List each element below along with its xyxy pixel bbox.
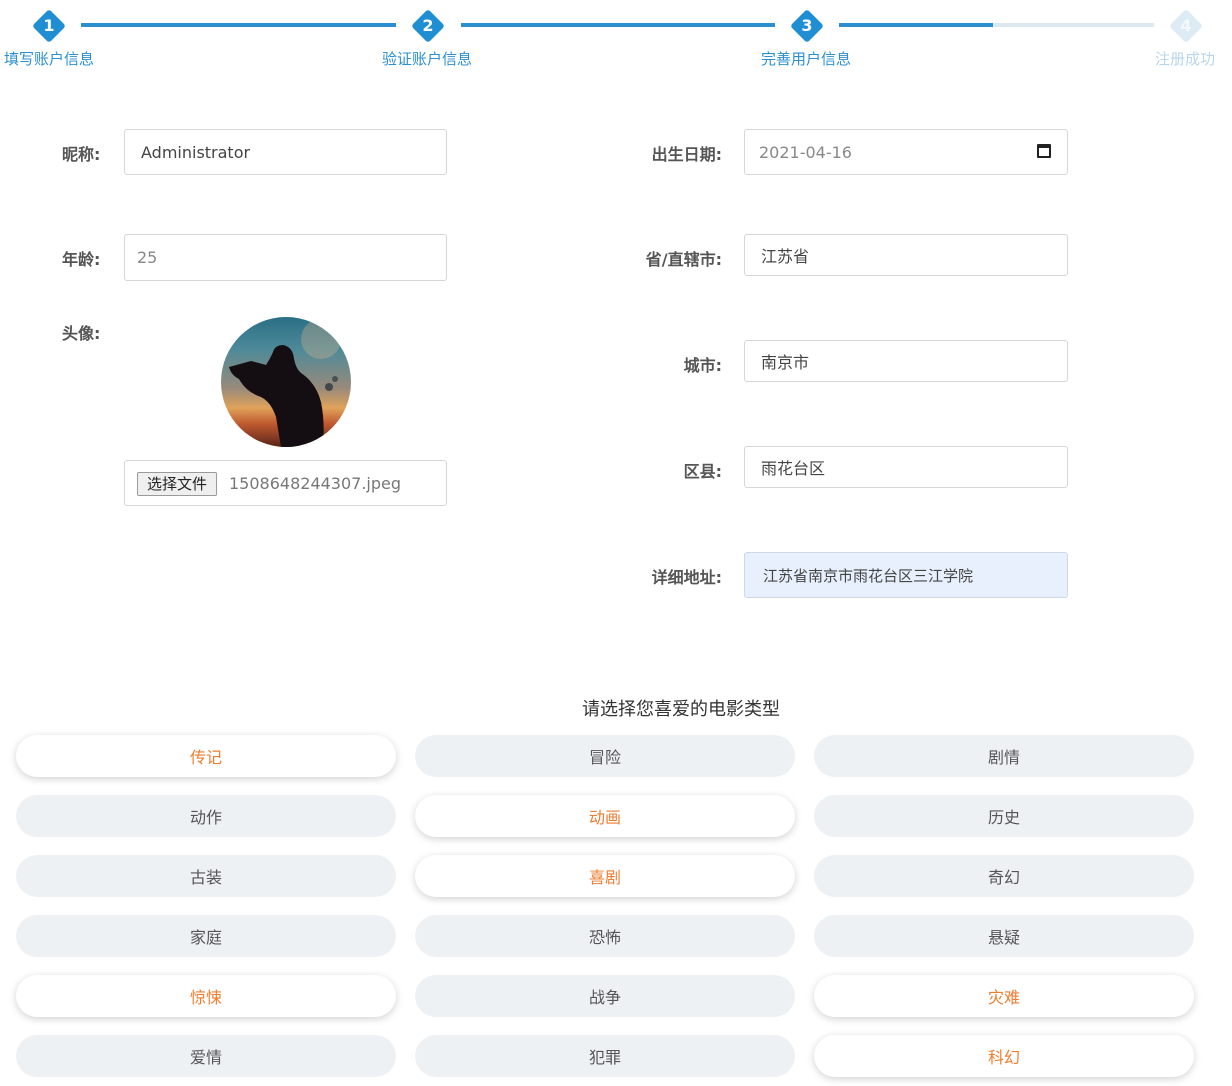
district-value: 雨花台区 xyxy=(761,459,826,478)
genre-chip-label: 冒险 xyxy=(588,748,621,767)
genre-chip-label: 动画 xyxy=(588,808,621,827)
genre-chip[interactable]: 古装 xyxy=(16,855,396,897)
genre-chip[interactable]: 犯罪 xyxy=(415,1035,795,1077)
genre-chip-label: 动作 xyxy=(189,808,222,827)
address-value: 江苏省南京市雨花台区三江学院 xyxy=(763,566,974,585)
step-connector-3-progress xyxy=(839,23,993,27)
step-connector-3-remaining xyxy=(993,23,1154,27)
city-value: 南京市 xyxy=(761,353,810,372)
genre-chip[interactable]: 家庭 xyxy=(16,915,396,957)
nickname-value: Administrator xyxy=(141,142,251,162)
genre-chip-label: 历史 xyxy=(987,808,1020,827)
step-4-marker: 4 xyxy=(1169,9,1203,43)
genre-chip-label: 奇幻 xyxy=(987,868,1020,887)
genre-heading: 请选择您喜爱的电影类型 xyxy=(582,699,780,720)
genre-chip-label: 悬疑 xyxy=(987,928,1020,947)
choose-file-button[interactable]: 选择文件 xyxy=(137,472,218,496)
age-label: 年龄: xyxy=(62,250,101,269)
genre-chip-label: 灾难 xyxy=(987,988,1020,1007)
avatar-label: 头像: xyxy=(62,324,101,343)
genre-chip[interactable]: 历史 xyxy=(814,795,1194,837)
genre-chip[interactable]: 喜剧 xyxy=(415,855,795,897)
genre-chip[interactable]: 惊悚 xyxy=(16,975,396,1017)
silhouette-photo-icon xyxy=(229,319,341,447)
genre-chip-label: 爱情 xyxy=(189,1048,222,1067)
genre-chip[interactable]: 剧情 xyxy=(814,735,1194,777)
province-value: 江苏省 xyxy=(761,247,810,266)
city-input[interactable]: 南京市 xyxy=(744,340,1068,382)
step-1-marker: 1 xyxy=(32,9,66,43)
genre-chip[interactable]: 奇幻 xyxy=(814,855,1194,897)
genre-chip[interactable]: 动画 xyxy=(415,795,795,837)
step-4-number: 4 xyxy=(1180,16,1192,35)
genre-chip[interactable]: 恐怖 xyxy=(415,915,795,957)
genre-chip-label: 古装 xyxy=(189,868,222,887)
step-3-number: 3 xyxy=(801,16,813,35)
step-1-label: 填写账户信息 xyxy=(4,50,95,68)
city-label: 城市: xyxy=(683,356,722,375)
district-label: 区县: xyxy=(683,462,722,481)
birthdate-label: 出生日期: xyxy=(651,145,722,164)
genre-chip[interactable]: 战争 xyxy=(415,975,795,1017)
genre-chip[interactable]: 传记 xyxy=(16,735,396,777)
genre-grid: 传记 冒险 剧情 动作 动画 历史 古装 喜剧 奇幻 家庭 恐怖 悬疑 惊悚 战… xyxy=(16,735,1196,1080)
avatar-file-field: 选择文件 1508648244307.jpeg xyxy=(124,460,447,506)
step-3-marker: 3 xyxy=(790,9,824,43)
nickname-label: 昵称: xyxy=(62,145,101,164)
province-label: 省/直辖市: xyxy=(645,250,722,269)
selected-file-name: 1508648244307.jpeg xyxy=(229,474,402,493)
genre-chip-label: 战争 xyxy=(588,988,621,1007)
step-1-number: 1 xyxy=(43,16,55,35)
step-2-number: 2 xyxy=(422,16,434,35)
genre-chip-label: 家庭 xyxy=(189,928,222,947)
step-3-label: 完善用户信息 xyxy=(761,50,852,68)
nickname-input[interactable]: Administrator xyxy=(124,129,447,175)
calendar-icon[interactable] xyxy=(1037,144,1051,158)
address-label: 详细地址: xyxy=(651,568,722,587)
genre-chip-label: 犯罪 xyxy=(588,1048,621,1067)
genre-chip-label: 恐怖 xyxy=(588,928,621,947)
genre-chip[interactable]: 爱情 xyxy=(16,1035,396,1077)
province-input[interactable]: 江苏省 xyxy=(744,234,1068,276)
registration-stepper: 1 填写账户信息 2 验证账户信息 3 完善用户信息 4 注册成功 xyxy=(0,0,1232,80)
genre-chip[interactable]: 悬疑 xyxy=(814,915,1194,957)
address-input[interactable]: 江苏省南京市雨花台区三江学院 xyxy=(744,552,1068,598)
genre-chip[interactable]: 冒险 xyxy=(415,735,795,777)
avatar-preview xyxy=(221,317,351,447)
step-connector-1 xyxy=(81,23,396,27)
genre-chip-label: 惊悚 xyxy=(189,988,222,1007)
genre-chip-label: 科幻 xyxy=(987,1048,1020,1067)
step-2-marker: 2 xyxy=(411,9,445,43)
birthdate-value: 2021-04-16 xyxy=(759,142,852,162)
genre-chip[interactable]: 灾难 xyxy=(814,975,1194,1017)
genre-chip[interactable]: 动作 xyxy=(16,795,396,837)
genre-chip-label: 剧情 xyxy=(987,748,1020,767)
genre-chip-label: 喜剧 xyxy=(588,868,621,887)
step-connector-2 xyxy=(461,23,775,27)
age-value: 25 xyxy=(137,248,158,267)
step-4-label: 注册成功 xyxy=(1155,50,1216,68)
birthdate-input[interactable]: 2021-04-16 xyxy=(744,129,1068,175)
step-2-label: 验证账户信息 xyxy=(382,50,473,68)
genre-chip-label: 传记 xyxy=(189,748,222,767)
age-input[interactable]: 25 xyxy=(124,234,447,281)
genre-chip[interactable]: 科幻 xyxy=(814,1035,1194,1077)
district-input[interactable]: 雨花台区 xyxy=(744,446,1068,488)
